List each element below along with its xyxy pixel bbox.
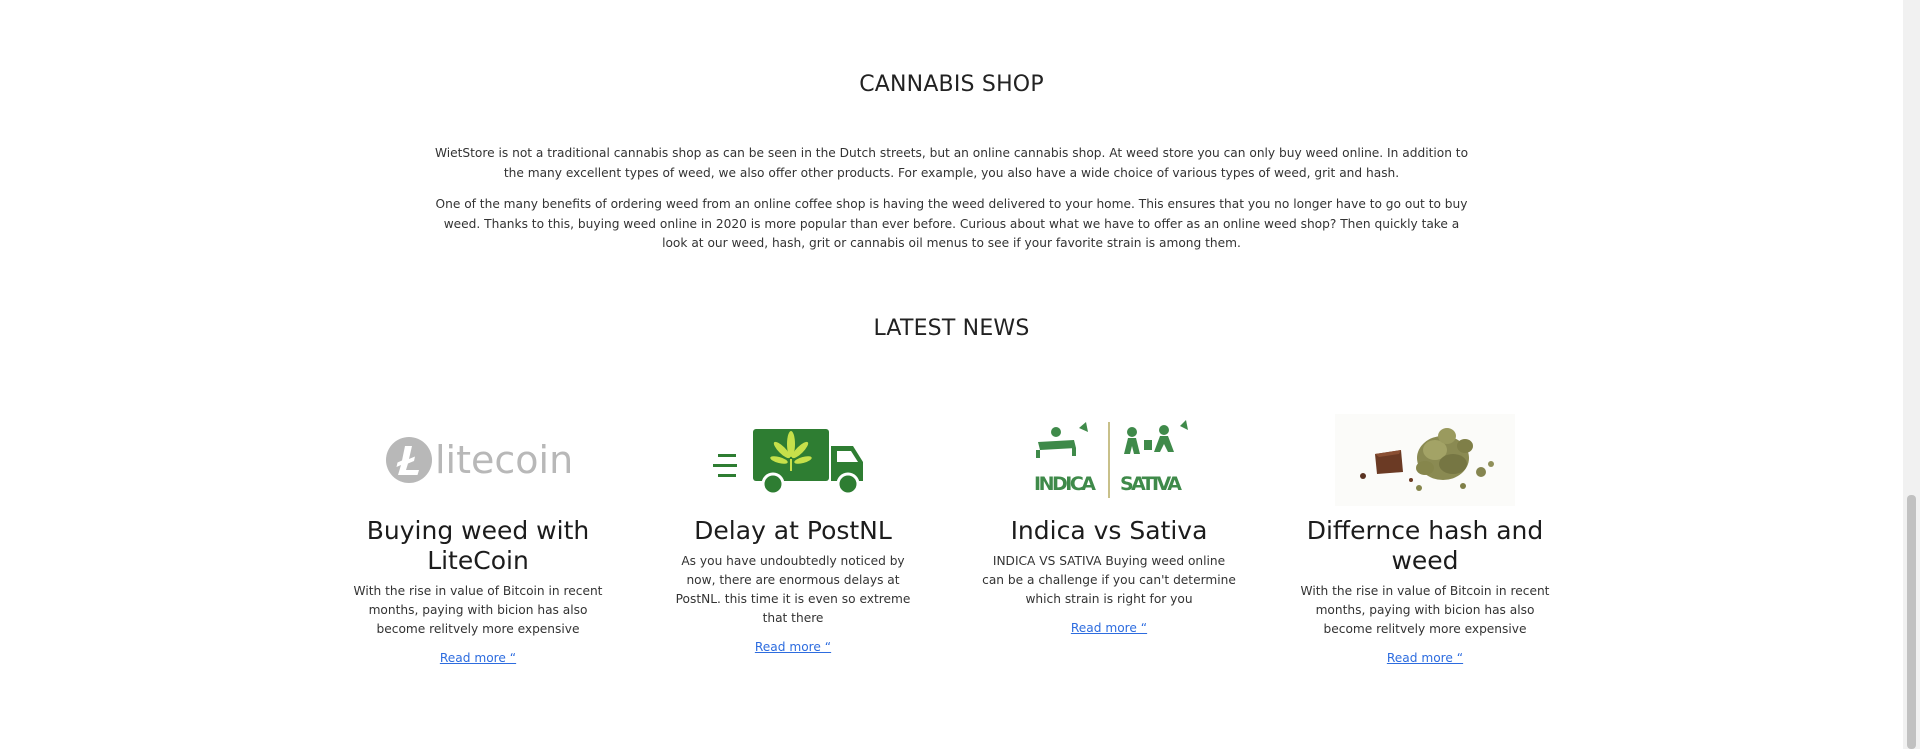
news-card-indica-sativa: INDICA SATIVA Indica vs Sativa INDICA VS… [978,410,1240,637]
latest-news-title: LATEST NEWS [873,316,1030,341]
article-title: Differnce hash and weed [1306,516,1544,575]
cannabis-shop-title: CANNABIS SHOP [859,72,1044,97]
delivery-truck-image[interactable] [662,410,924,510]
read-more-link[interactable]: Read more “ [1387,651,1463,665]
read-more-link[interactable]: Read more “ [1071,621,1147,635]
shop-intro-paragraph-1: WietStore is not a traditional cannabis … [434,146,1469,180]
sativa-label: SATIVA [1120,473,1182,495]
indica-sativa-image[interactable]: INDICA SATIVA [978,410,1240,510]
indica-label: INDICA [1034,473,1096,495]
article-excerpt: As you have undoubtedly noticed by now, … [675,554,911,625]
article-excerpt: INDICA VS SATIVA Buying weed online can … [982,554,1236,606]
litecoin-logo: litecoin [386,437,573,483]
vertical-scrollbar[interactable] [1903,0,1920,749]
article-title: Delay at PostNL [694,516,892,545]
page-content: CANNABIS SHOP WietStore is not a traditi… [0,0,1903,749]
delivery-truck-icon [713,429,863,496]
hash-and-weed-image[interactable] [1294,410,1556,510]
read-more-link[interactable]: Read more “ [440,651,516,665]
shop-intro-paragraph-2: One of the many benefits of ordering wee… [435,197,1468,250]
read-more-link[interactable]: Read more “ [755,640,831,654]
litecoin-logo-text: litecoin [435,438,573,482]
article-title: Indica vs Sativa [1010,516,1208,545]
hash-and-weed-photo [1335,414,1515,506]
article-excerpt: With the rise in value of Bitcoin in rec… [1300,584,1550,636]
news-card-litecoin: litecoin Buying weed with LiteCoin With … [347,410,609,667]
article-title: Buying weed with LiteCoin [366,516,590,575]
indica-sativa-illustration: INDICA SATIVA [1024,418,1194,502]
news-card-postnl: Delay at PostNL As you have undoubtedly … [662,410,924,656]
scrollbar-thumb[interactable] [1907,495,1916,749]
article-excerpt: With the rise in value of Bitcoin in rec… [353,584,603,636]
news-card-hash-weed: Differnce hash and weed With the rise in… [1294,410,1556,667]
litecoin-logo-image[interactable]: litecoin [347,410,609,510]
